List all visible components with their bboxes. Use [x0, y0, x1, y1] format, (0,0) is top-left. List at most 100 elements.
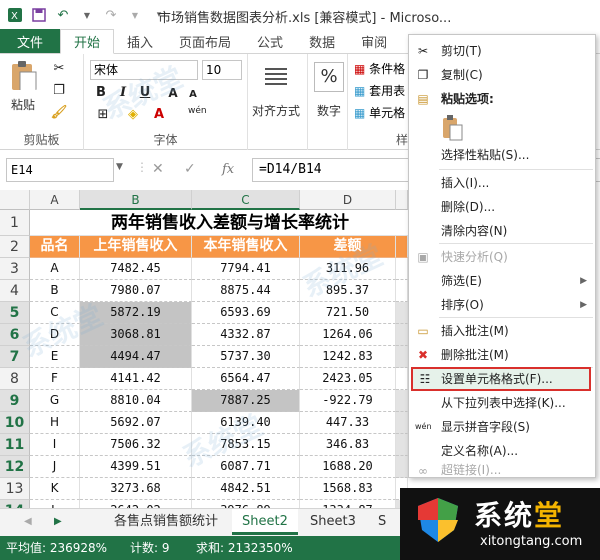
sheet-tab-sheet3[interactable]: Sheet3	[300, 509, 366, 535]
bold-button[interactable]: B	[92, 84, 110, 102]
menu-item-paste-special[interactable]: 选择性粘贴(S)...	[409, 143, 595, 167]
table-cell[interactable]: C	[30, 302, 80, 324]
font-color-icon[interactable]: A	[150, 106, 168, 124]
table-cell[interactable]: B	[30, 280, 80, 302]
table-cell[interactable]: 3273.68	[80, 478, 192, 500]
format-as-table-button[interactable]: ▦ 套用表	[354, 82, 405, 99]
redo-dropdown-icon[interactable]: ▼	[126, 6, 144, 24]
number-format-button[interactable]: % 数字	[314, 62, 344, 119]
menu-item-delete-comment[interactable]: ✖ 删除批注(M)	[409, 343, 595, 367]
table-cell[interactable]: H	[30, 412, 80, 434]
table-cell-e[interactable]	[396, 258, 408, 280]
row-header[interactable]: 3	[0, 258, 30, 280]
row-header[interactable]: 8	[0, 368, 30, 390]
table-cell[interactable]: D	[30, 324, 80, 346]
undo-dropdown-icon[interactable]: ▼	[78, 6, 96, 24]
column-header-b[interactable]: B	[80, 190, 192, 210]
cancel-icon[interactable]: ✕	[152, 161, 164, 177]
table-cell[interactable]: 3976.89	[192, 500, 300, 508]
menu-item-delete[interactable]: 删除(D)...	[409, 195, 595, 219]
menu-item-show-phonetic[interactable]: wén 显示拼音字段(S)	[409, 415, 595, 439]
select-all-corner[interactable]	[0, 190, 30, 210]
table-cell[interactable]: 8810.04	[80, 390, 192, 412]
row-header[interactable]: 6	[0, 324, 30, 346]
cell-styles-button[interactable]: ▦ 单元格	[354, 104, 405, 121]
enter-icon[interactable]: ✓	[184, 161, 196, 177]
table-cell-e[interactable]	[396, 346, 408, 368]
menu-item-filter[interactable]: 筛选(E) ▶	[409, 269, 595, 293]
paste-button[interactable]: 粘贴	[8, 60, 38, 113]
table-cell-e[interactable]	[396, 456, 408, 478]
sheet-tab-more[interactable]: S	[368, 509, 396, 535]
menu-item-copy[interactable]: ❐ 复制(C)	[409, 63, 595, 87]
table-cell[interactable]: 7794.41	[192, 258, 300, 280]
sheet-title[interactable]: 两年销售收入差额与增长率统计	[30, 210, 430, 236]
row-header[interactable]: 11	[0, 434, 30, 456]
tab-insert[interactable]: 插入	[114, 29, 166, 53]
table-cell[interactable]: -922.79	[300, 390, 396, 412]
tab-file[interactable]: 文件	[0, 29, 60, 53]
column-header-d[interactable]: D	[300, 190, 396, 210]
tab-formulas[interactable]: 公式	[244, 29, 296, 53]
tab-page-layout[interactable]: 页面布局	[166, 29, 244, 53]
table-cell[interactable]: 721.50	[300, 302, 396, 324]
table-cell[interactable]: 4842.51	[192, 478, 300, 500]
menu-item-define-name[interactable]: 定义名称(A)...	[409, 439, 595, 463]
table-cell[interactable]: 447.33	[300, 412, 396, 434]
borders-icon[interactable]: ⊞	[94, 106, 112, 124]
table-cell[interactable]: F	[30, 368, 80, 390]
column-header-c[interactable]: C	[192, 190, 300, 210]
menu-item-format-cells[interactable]: ☷ 设置单元格格式(F)...	[411, 367, 591, 391]
tab-review[interactable]: 审阅	[348, 29, 400, 53]
table-cell[interactable]: 7980.07	[80, 280, 192, 302]
table-cell[interactable]: 7482.45	[80, 258, 192, 280]
header-cell[interactable]: 上年销售收入	[80, 236, 192, 258]
row-header[interactable]: 4	[0, 280, 30, 302]
table-cell[interactable]: 6087.71	[192, 456, 300, 478]
row-header[interactable]: 12	[0, 456, 30, 478]
row-header[interactable]: 13	[0, 478, 30, 500]
row-header[interactable]: 9	[0, 390, 30, 412]
prev-sheet-icon[interactable]: ◀	[14, 509, 42, 535]
table-cell[interactable]: 1568.83	[300, 478, 396, 500]
grow-font-icon[interactable]: A	[164, 84, 182, 102]
table-cell[interactable]: 5692.07	[80, 412, 192, 434]
table-cell[interactable]: I	[30, 434, 80, 456]
format-painter-icon[interactable]: 🖌	[50, 104, 68, 122]
undo-icon[interactable]: ↶	[54, 6, 72, 24]
table-cell[interactable]: A	[30, 258, 80, 280]
table-cell[interactable]: G	[30, 390, 80, 412]
table-cell[interactable]: E	[30, 346, 80, 368]
table-cell[interactable]: 1242.83	[300, 346, 396, 368]
table-cell[interactable]: 6139.40	[192, 412, 300, 434]
save-icon[interactable]	[30, 6, 48, 24]
table-cell[interactable]: 1264.06	[300, 324, 396, 346]
menu-item-pick-from-list[interactable]: 从下拉列表中选择(K)...	[409, 391, 595, 415]
fill-color-icon[interactable]: ◈	[124, 106, 142, 124]
phonetic-guide-icon[interactable]: wén	[188, 102, 207, 120]
table-cell[interactable]: J	[30, 456, 80, 478]
sheet-tab-sheet2[interactable]: Sheet2	[232, 509, 298, 535]
menu-item-cut[interactable]: ✂ 剪切(T)	[409, 39, 595, 63]
fx-icon[interactable]: fx	[222, 162, 234, 177]
next-sheet-icon[interactable]: ▶	[44, 509, 72, 535]
underline-button[interactable]: U	[136, 84, 154, 102]
row-header[interactable]: 1	[0, 210, 30, 236]
tab-home[interactable]: 开始	[60, 29, 115, 54]
table-cell-e[interactable]	[396, 324, 408, 346]
name-box-dropdown-icon[interactable]: ▼	[116, 162, 123, 172]
table-cell[interactable]: 8875.44	[192, 280, 300, 302]
table-cell[interactable]: L	[30, 500, 80, 508]
menu-item-insert-comment[interactable]: ▭ 插入批注(M)	[409, 319, 595, 343]
table-cell[interactable]: 311.96	[300, 258, 396, 280]
table-cell[interactable]: 1334.87	[300, 500, 396, 508]
alignment-button[interactable]: 对齐方式	[252, 62, 300, 119]
table-cell[interactable]: 4399.51	[80, 456, 192, 478]
conditional-formatting-button[interactable]: ▦ 条件格	[354, 60, 405, 77]
table-cell[interactable]: 4332.87	[192, 324, 300, 346]
header-cell[interactable]: 本年销售收入	[192, 236, 300, 258]
table-cell[interactable]: 6593.69	[192, 302, 300, 324]
table-cell-e[interactable]	[396, 302, 408, 324]
header-cell-e[interactable]	[396, 236, 408, 258]
table-cell[interactable]: 6564.47	[192, 368, 300, 390]
